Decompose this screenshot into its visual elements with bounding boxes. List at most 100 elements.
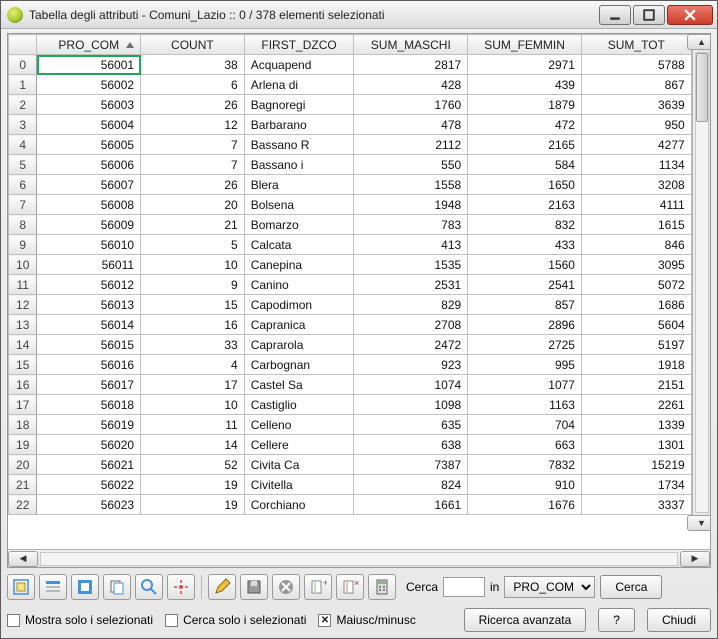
cell-sum-maschi[interactable]: 824 bbox=[354, 475, 468, 495]
cell-count[interactable]: 38 bbox=[141, 55, 245, 75]
table-row[interactable]: 15560164Carbognan9239951918 bbox=[9, 355, 710, 375]
row-header[interactable]: 20 bbox=[9, 455, 37, 475]
table-row[interactable]: 125601315Capodimon8298571686 bbox=[9, 295, 710, 315]
cell-pro-com[interactable]: 56003 bbox=[37, 95, 141, 115]
table-row[interactable]: 65600726Blera155816503208 bbox=[9, 175, 710, 195]
cell-first-dzco[interactable]: Carbognan bbox=[244, 355, 354, 375]
cell-sum-maschi[interactable]: 1760 bbox=[354, 95, 468, 115]
cell-sum-tot[interactable]: 5197 bbox=[581, 335, 691, 355]
cell-count[interactable]: 12 bbox=[141, 115, 245, 135]
cell-sum-tot[interactable]: 867 bbox=[581, 75, 691, 95]
cell-sum-maschi[interactable]: 2708 bbox=[354, 315, 468, 335]
cell-pro-com[interactable]: 56019 bbox=[37, 415, 141, 435]
cell-pro-com[interactable]: 56018 bbox=[37, 395, 141, 415]
row-header[interactable]: 19 bbox=[9, 435, 37, 455]
cell-count[interactable]: 10 bbox=[141, 255, 245, 275]
cell-count[interactable]: 10 bbox=[141, 395, 245, 415]
cell-sum-tot[interactable]: 846 bbox=[581, 235, 691, 255]
cell-sum-tot[interactable]: 5788 bbox=[581, 55, 691, 75]
cell-sum-tot[interactable]: 3639 bbox=[581, 95, 691, 115]
cell-count[interactable]: 7 bbox=[141, 135, 245, 155]
table-row[interactable]: 165601717Castel Sa107410772151 bbox=[9, 375, 710, 395]
cell-sum-maschi[interactable]: 7387 bbox=[354, 455, 468, 475]
cell-sum-maschi[interactable]: 428 bbox=[354, 75, 468, 95]
save-edits-button[interactable] bbox=[240, 574, 268, 600]
cell-sum-femmin[interactable]: 1650 bbox=[468, 175, 582, 195]
cell-sum-femmin[interactable]: 995 bbox=[468, 355, 582, 375]
cell-first-dzco[interactable]: Corchiano bbox=[244, 495, 354, 515]
pan-selected-button[interactable] bbox=[167, 574, 195, 600]
table-row[interactable]: 135601416Capranica270828965604 bbox=[9, 315, 710, 335]
cell-pro-com[interactable]: 56023 bbox=[37, 495, 141, 515]
cell-count[interactable]: 52 bbox=[141, 455, 245, 475]
cell-sum-maschi[interactable]: 635 bbox=[354, 415, 468, 435]
row-header[interactable]: 6 bbox=[9, 175, 37, 195]
search-button[interactable]: Cerca bbox=[600, 575, 662, 599]
cell-first-dzco[interactable]: Barbarano bbox=[244, 115, 354, 135]
row-header[interactable]: 8 bbox=[9, 215, 37, 235]
cell-sum-tot[interactable]: 1134 bbox=[581, 155, 691, 175]
remove-selection-button[interactable] bbox=[7, 574, 35, 600]
cell-pro-com[interactable]: 56021 bbox=[37, 455, 141, 475]
table-row[interactable]: 85600921Bomarzo7838321615 bbox=[9, 215, 710, 235]
row-header[interactable]: 7 bbox=[9, 195, 37, 215]
search-input[interactable] bbox=[443, 577, 485, 597]
cell-first-dzco[interactable]: Blera bbox=[244, 175, 354, 195]
cell-pro-com[interactable]: 56020 bbox=[37, 435, 141, 455]
maximize-button[interactable] bbox=[633, 5, 665, 25]
cell-sum-tot[interactable]: 5604 bbox=[581, 315, 691, 335]
row-header[interactable]: 22 bbox=[9, 495, 37, 515]
cell-pro-com[interactable]: 56004 bbox=[37, 115, 141, 135]
cell-sum-tot[interactable]: 1301 bbox=[581, 435, 691, 455]
show-selected-checkbox[interactable]: Mostra solo i selezionati bbox=[7, 613, 153, 627]
cell-sum-femmin[interactable]: 663 bbox=[468, 435, 582, 455]
vscroll-track[interactable] bbox=[695, 52, 709, 513]
row-header[interactable]: 21 bbox=[9, 475, 37, 495]
col-header-count[interactable]: COUNT bbox=[141, 35, 245, 55]
cell-pro-com[interactable]: 56011 bbox=[37, 255, 141, 275]
cell-count[interactable]: 17 bbox=[141, 375, 245, 395]
cell-sum-femmin[interactable]: 472 bbox=[468, 115, 582, 135]
cell-pro-com[interactable]: 56009 bbox=[37, 215, 141, 235]
cell-sum-femmin[interactable]: 1676 bbox=[468, 495, 582, 515]
cell-sum-tot[interactable]: 1339 bbox=[581, 415, 691, 435]
new-column-button[interactable]: + bbox=[304, 574, 332, 600]
cell-sum-femmin[interactable]: 439 bbox=[468, 75, 582, 95]
cell-sum-femmin[interactable]: 704 bbox=[468, 415, 582, 435]
cell-sum-tot[interactable]: 3208 bbox=[581, 175, 691, 195]
table-row[interactable]: 75600820Bolsena194821634111 bbox=[9, 195, 710, 215]
cell-sum-femmin[interactable]: 2163 bbox=[468, 195, 582, 215]
table-row[interactable]: 195602014Cellere6386631301 bbox=[9, 435, 710, 455]
cell-sum-femmin[interactable]: 2896 bbox=[468, 315, 582, 335]
cell-first-dzco[interactable]: Calcata bbox=[244, 235, 354, 255]
delete-column-button[interactable]: × bbox=[336, 574, 364, 600]
cell-sum-tot[interactable]: 2151 bbox=[581, 375, 691, 395]
toggle-edit-button[interactable] bbox=[208, 574, 236, 600]
cell-count[interactable]: 14 bbox=[141, 435, 245, 455]
cell-sum-maschi[interactable]: 783 bbox=[354, 215, 468, 235]
cell-count[interactable]: 6 bbox=[141, 75, 245, 95]
col-header-sum-tot[interactable]: SUM_TOT bbox=[581, 35, 691, 55]
row-header[interactable]: 2 bbox=[9, 95, 37, 115]
cell-sum-maschi[interactable]: 2531 bbox=[354, 275, 468, 295]
cell-sum-maschi[interactable]: 1558 bbox=[354, 175, 468, 195]
table-row[interactable]: 215602219Civitella8249101734 bbox=[9, 475, 710, 495]
cell-sum-tot[interactable]: 3337 bbox=[581, 495, 691, 515]
cell-first-dzco[interactable]: Cellere bbox=[244, 435, 354, 455]
cell-first-dzco[interactable]: Civitella bbox=[244, 475, 354, 495]
search-selected-checkbox[interactable]: Cerca solo i selezionati bbox=[165, 613, 306, 627]
cell-sum-tot[interactable]: 1615 bbox=[581, 215, 691, 235]
invert-selection-button[interactable] bbox=[71, 574, 99, 600]
cell-sum-maschi[interactable]: 1074 bbox=[354, 375, 468, 395]
cell-count[interactable]: 26 bbox=[141, 175, 245, 195]
table-row[interactable]: 175601810Castiglio109811632261 bbox=[9, 395, 710, 415]
cell-sum-femmin[interactable]: 2165 bbox=[468, 135, 582, 155]
cell-sum-femmin[interactable]: 832 bbox=[468, 215, 582, 235]
vertical-scrollbar[interactable]: ▲ ▼ bbox=[692, 34, 710, 531]
scroll-up-button[interactable]: ▲ bbox=[687, 34, 711, 50]
row-header[interactable]: 14 bbox=[9, 335, 37, 355]
cell-pro-com[interactable]: 56006 bbox=[37, 155, 141, 175]
row-header[interactable]: 17 bbox=[9, 395, 37, 415]
table-row[interactable]: 35600412Barbarano478472950 bbox=[9, 115, 710, 135]
cell-sum-tot[interactable]: 5072 bbox=[581, 275, 691, 295]
